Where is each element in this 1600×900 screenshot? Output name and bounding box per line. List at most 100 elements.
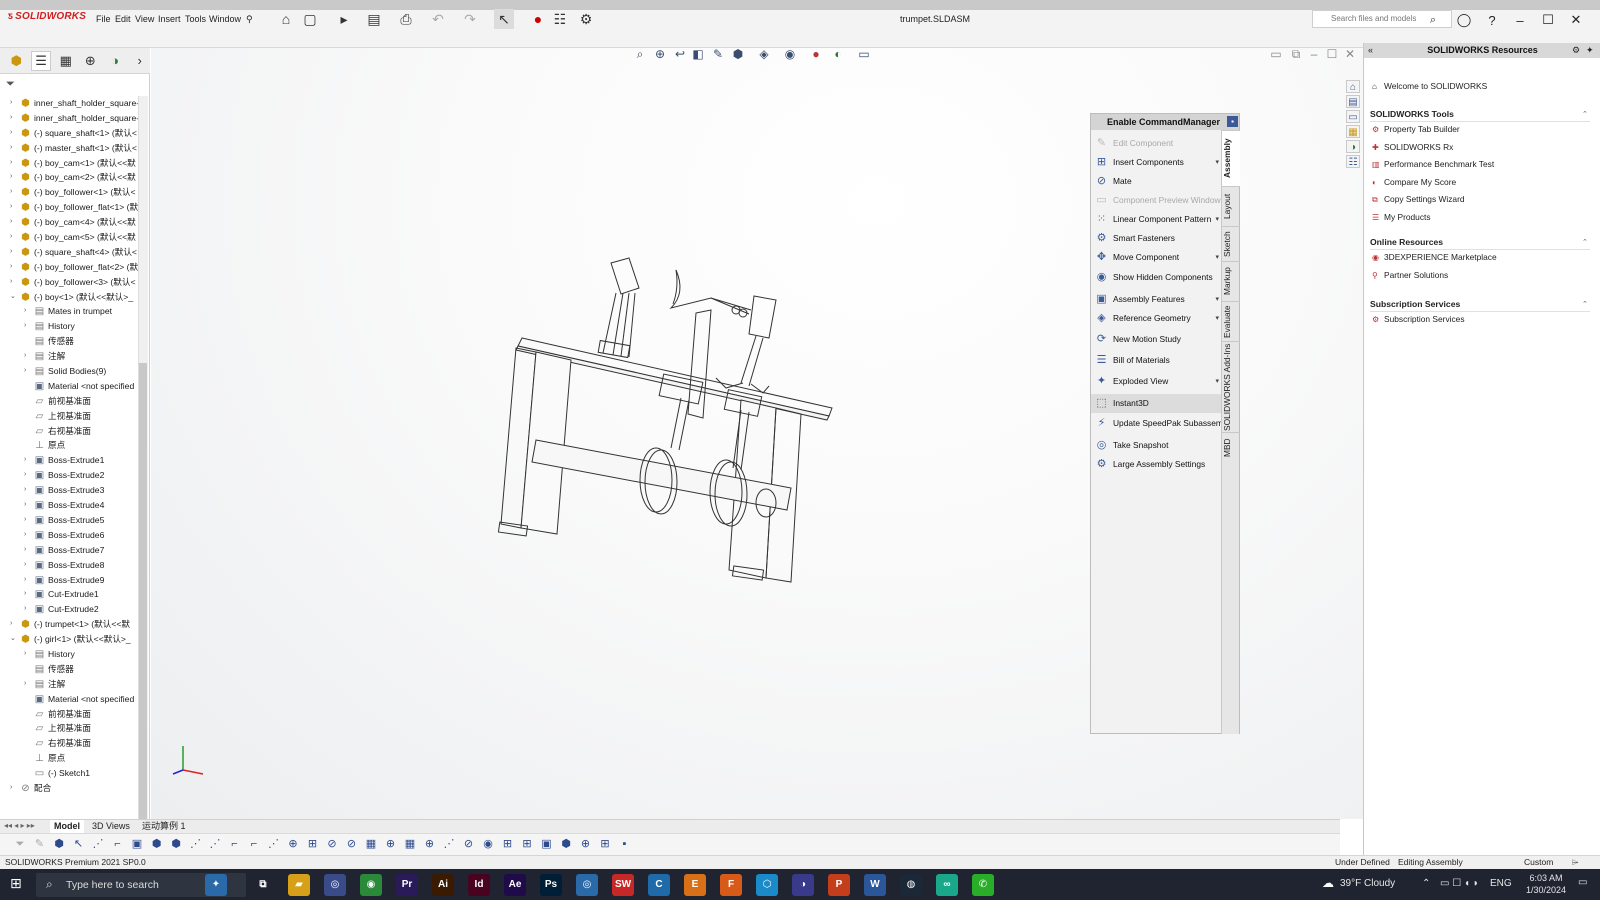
app4-icon[interactable]: E <box>684 874 706 896</box>
expand-arrow-icon[interactable]: › <box>24 498 32 513</box>
mate-button[interactable]: ⊘ Mate <box>1091 172 1221 191</box>
tree-item[interactable]: › ⊘ 配合 <box>0 781 148 796</box>
file-explorer-icon[interactable]: ▭ <box>1346 110 1360 123</box>
resource-link[interactable]: ⚲ Partner Solutions <box>1372 270 1448 280</box>
menu-tools[interactable]: Tools <box>185 14 206 24</box>
expand-arrow-icon[interactable]: ⌄ <box>10 632 18 647</box>
viewport-minimize-icon[interactable]: – <box>1306 46 1322 62</box>
bottom-tool-icon[interactable]: ⋰ <box>266 836 282 852</box>
tree-item[interactable]: › ⬢ (-) boy_follower_flat<2> (默 <box>0 260 148 275</box>
show-hidden-button[interactable]: ◉ Show Hidden Components <box>1091 268 1221 287</box>
tree-item[interactable]: › ▤ Solid Bodies(9) <box>0 364 148 379</box>
word-icon[interactable]: W <box>864 874 886 896</box>
tree-item[interactable]: › ▣ Boss-Extrude3 <box>0 483 148 498</box>
expand-arrow-icon[interactable]: › <box>24 364 32 379</box>
pane-pin-icon[interactable]: ✦ <box>1586 45 1594 56</box>
maximize-icon[interactable]: ☐ <box>1536 10 1560 30</box>
exploded-view-button[interactable]: ✦ Exploded View ▾ <box>1091 372 1221 391</box>
dimxpert-icon[interactable]: ⊕ <box>80 51 101 71</box>
dropdown-arrow-icon[interactable]: ▾ <box>1215 153 1219 172</box>
cm-tab-layout[interactable]: Layout <box>1222 186 1240 226</box>
bottom-tab-2[interactable]: 运动算例 1 <box>138 820 190 833</box>
view-orientation-icon[interactable]: ⬢ <box>730 46 746 62</box>
select-arrow-icon[interactable]: ↖ <box>494 9 514 29</box>
clock-time[interactable]: 6:03 AM <box>1520 873 1572 883</box>
tree-item[interactable]: › ⬢ inner_shaft_holder_square- <box>0 96 148 111</box>
tree-item[interactable]: › ▤ History <box>0 319 148 334</box>
zoom-area-icon[interactable]: ⊕ <box>652 46 668 62</box>
new-document-icon[interactable]: ▢ <box>300 9 320 29</box>
move-component-button[interactable]: ✥ Move Component ▾ <box>1091 248 1221 267</box>
property-manager-icon[interactable]: ☰ <box>30 50 52 71</box>
smart-fasteners-button[interactable]: ⚙ Smart Fasteners <box>1091 229 1221 248</box>
tree-item[interactable]: › ⬢ inner_shaft_holder_square- <box>0 111 148 126</box>
tree-item[interactable]: ▤ 传感器 <box>0 662 148 677</box>
filter-icon[interactable]: ⏷ <box>6 78 15 91</box>
preview-window-button[interactable]: ▭ Component Preview Window <box>1091 191 1221 210</box>
resource-link[interactable]: ⧉ Copy Settings Wizard <box>1372 194 1465 205</box>
bottom-tool-icon[interactable]: ⋰ <box>441 836 457 852</box>
weather-text[interactable]: 39°F Cloudy <box>1340 878 1395 889</box>
bottom-tool-icon[interactable]: ⌐ <box>227 836 243 852</box>
section-view-icon[interactable]: ◧ <box>690 46 706 62</box>
tree-item[interactable]: ⊥ 原点 <box>0 438 148 453</box>
expand-arrow-icon[interactable]: › <box>24 319 32 334</box>
bottom-tool-icon[interactable]: ⊞ <box>597 836 613 852</box>
expand-arrow-icon[interactable]: › <box>10 230 18 245</box>
custom-properties-icon[interactable]: ☷ <box>1346 155 1360 168</box>
bottom-tool-icon[interactable]: ▦ <box>363 836 379 852</box>
tree-item[interactable]: › ▣ Boss-Extrude2 <box>0 468 148 483</box>
expand-arrow-icon[interactable]: › <box>10 215 18 230</box>
expand-arrow-icon[interactable]: › <box>10 185 18 200</box>
chrome-icon[interactable]: ◉ <box>360 874 382 896</box>
expand-arrow-icon[interactable]: › <box>24 528 32 543</box>
tree-item[interactable]: › ▣ Boss-Extrude6 <box>0 528 148 543</box>
apply-scene-icon[interactable]: ◐ <box>830 46 846 62</box>
language-indicator[interactable]: ENG <box>1490 878 1512 889</box>
tree-item[interactable]: ▱ 上视基准面 <box>0 409 148 424</box>
print-icon[interactable]: ⎙ <box>396 9 416 29</box>
app2-icon[interactable]: ◎ <box>576 874 598 896</box>
options-gear-icon[interactable]: ⚙ <box>576 9 596 29</box>
bottom-tool-icon[interactable]: ⏷ <box>12 836 28 852</box>
app6-icon[interactable]: ⬡ <box>756 874 778 896</box>
tree-item[interactable]: › ⬢ (-) boy_cam<2> (默认<<默 <box>0 170 148 185</box>
photoshop-icon[interactable]: Ps <box>540 874 562 896</box>
steam-icon[interactable]: ◍ <box>900 874 922 896</box>
menu-pin-icon[interactable]: ⚲ <box>246 14 253 25</box>
tree-item[interactable]: › ⬢ (-) master_shaft<1> (默认< <box>0 141 148 156</box>
expand-arrow-icon[interactable]: › <box>10 156 18 171</box>
zoom-to-fit-icon[interactable]: ⌕ <box>632 46 648 62</box>
edit-component-button[interactable]: ✎ Edit Component <box>1091 134 1221 153</box>
bottom-tool-icon[interactable]: ⋰ <box>90 836 106 852</box>
menu-window[interactable]: Window <box>209 14 241 24</box>
expand-arrow-icon[interactable]: › <box>24 558 32 573</box>
menu-edit[interactable]: Edit <box>115 14 131 24</box>
instant3d-button[interactable]: ⬚ Instant3D <box>1091 394 1221 413</box>
command-manager-title[interactable]: Enable CommandManager <box>1091 114 1239 130</box>
expand-arrow-icon[interactable]: › <box>24 573 32 588</box>
tree-item[interactable]: › ▣ Boss-Extrude5 <box>0 513 148 528</box>
tree-item[interactable]: › ⬢ (-) boy_cam<4> (默认<<默 <box>0 215 148 230</box>
wechat-icon[interactable]: ✆ <box>972 874 994 896</box>
expand-arrow-icon[interactable]: › <box>10 126 18 141</box>
expand-arrow-icon[interactable]: › <box>24 647 32 662</box>
menu-file[interactable]: File <box>96 14 111 24</box>
dropdown-arrow-icon[interactable]: ▾ <box>1215 309 1219 328</box>
bottom-tab-1[interactable]: 3D Views <box>88 820 134 833</box>
expand-arrow-icon[interactable]: › <box>24 349 32 364</box>
dynamic-annotation-icon[interactable]: ✎ <box>710 46 726 62</box>
collapse-pane-icon[interactable]: « <box>1368 45 1373 55</box>
clock-date[interactable]: 1/30/2024 <box>1520 885 1572 895</box>
snapshot-button[interactable]: ◎ Take Snapshot <box>1091 436 1221 455</box>
tree-item[interactable]: › ▣ Boss-Extrude9 <box>0 573 148 588</box>
bottom-tool-icon[interactable]: ▣ <box>539 836 555 852</box>
expand-arrow-icon[interactable]: › <box>10 111 18 126</box>
hide-show-items-icon[interactable]: ◉ <box>782 46 798 62</box>
viewport-close-icon[interactable]: ✕ <box>1342 46 1358 62</box>
tree-item[interactable]: › ⬢ (-) boy_follower_flat<1> (默 <box>0 200 148 215</box>
task-view-icon[interactable]: ⧉ <box>252 874 274 896</box>
powerpoint-icon[interactable]: P <box>828 874 850 896</box>
tray-overflow-icon[interactable]: ⌃ <box>1422 878 1430 889</box>
viewport-maximize-icon[interactable]: ☐ <box>1324 46 1340 62</box>
